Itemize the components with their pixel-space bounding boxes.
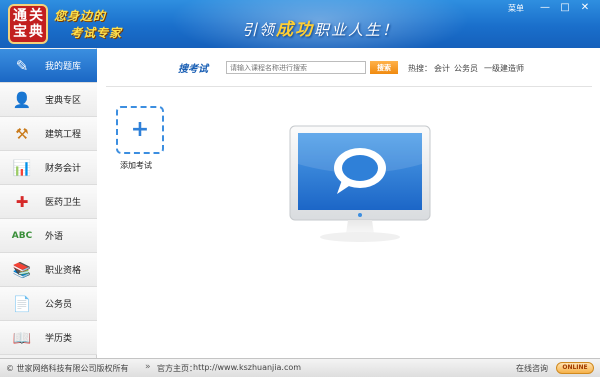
sidebar-item[interactable]: 👤 宝典专区 xyxy=(0,83,97,117)
sidebar-item[interactable]: 📄 公务员 xyxy=(0,287,97,321)
menu-button[interactable]: 菜单 xyxy=(508,3,524,14)
homepage-label: 官方主页： xyxy=(157,364,197,373)
slogan-line-1: 您身边的 xyxy=(54,9,107,23)
logo-char: 通 xyxy=(13,8,27,24)
sidebar-item-label: 公务员 xyxy=(45,300,73,310)
sidebar-item-label: 外语 xyxy=(45,232,64,242)
app-logo: 通 关 宝 典 xyxy=(8,4,48,44)
hot-link-civil-servant[interactable]: 公务员 xyxy=(454,63,478,74)
search-bar: 搜考试 搜索 热搜： 会计 公务员 一级建造师 xyxy=(98,60,600,76)
main-panel: 搜考试 搜索 热搜： 会计 公务员 一级建造师 + 添加考试 xyxy=(98,48,600,358)
books-icon: 📚 xyxy=(12,260,32,279)
hot-link-accounting[interactable]: 会计 xyxy=(434,63,450,74)
medical-cross-icon: ✚ xyxy=(15,192,29,211)
search-input[interactable] xyxy=(226,61,366,74)
banner-post: 职业人生！ xyxy=(314,21,400,39)
sidebar-item[interactable]: ABC 外语 xyxy=(0,219,97,253)
sidebar-item-label: 医药卫生 xyxy=(45,198,82,208)
sidebar-item-label: 建筑工程 xyxy=(45,130,82,140)
status-bar: © 世家网络科技有限公司版权所有 » 官方主页： http://www.kszh… xyxy=(0,358,600,377)
minimize-icon[interactable]: — xyxy=(538,2,552,14)
logo-char: 宝 xyxy=(13,24,27,40)
logo-char: 典 xyxy=(29,24,43,40)
sidebar-item-label: 我的题库 xyxy=(45,62,82,72)
online-badge[interactable]: ONLINE xyxy=(556,362,594,374)
sidebar: ✎ 我的题库 👤 宝典专区 ⚒ 建筑工程 📊 财务会计 ✚ 医药卫生 ABC 外语 📚 职业资格 📄 公务员 📖… xyxy=(0,48,97,358)
sidebar-item-label: 学历类 xyxy=(45,334,73,344)
copyright-text: © 世家网络科技有限公司版权所有 xyxy=(6,364,129,373)
plus-icon: + xyxy=(130,117,150,142)
banner-pre: 引领 xyxy=(242,21,277,39)
slogan-line-2: 考试专家 xyxy=(70,26,123,40)
abc-icon: ABC xyxy=(11,230,33,241)
logo-char: 关 xyxy=(29,8,43,24)
online-consult-link[interactable]: 在线咨询 xyxy=(516,363,548,374)
monitor-chat-icon xyxy=(289,125,431,242)
sidebar-item[interactable]: 📊 财务会计 xyxy=(0,151,97,185)
close-icon[interactable]: ✕ xyxy=(578,2,592,14)
pencil-icon: ✎ xyxy=(15,56,29,75)
divider xyxy=(106,86,592,87)
sidebar-item[interactable]: ✚ 医药卫生 xyxy=(0,185,97,219)
sidebar-item-label: 财务会计 xyxy=(45,164,82,174)
sidebar-item[interactable]: 📚 职业资格 xyxy=(0,253,97,287)
user-icon: 👤 xyxy=(12,90,32,109)
add-exam-label: 添加考试 xyxy=(120,161,152,170)
chart-icon: 📊 xyxy=(12,158,32,177)
hot-search-label: 热搜： xyxy=(408,64,432,73)
banner-text: 引领成功职业人生！ xyxy=(242,15,399,40)
sidebar-item-label: 宝典专区 xyxy=(45,96,82,106)
hot-link-constructor[interactable]: 一级建造师 xyxy=(484,63,524,74)
sidebar-item-label: 职业资格 xyxy=(45,266,82,276)
homepage-link[interactable]: http://www.kszhuanjia.com xyxy=(193,363,301,372)
title-bar: 通 关 宝 典 您身边的 考试专家 引领成功职业人生！ 菜单 — □ ✕ xyxy=(0,0,600,48)
search-button[interactable]: 搜索 xyxy=(370,61,398,74)
double-arrow-icon: » xyxy=(145,362,151,372)
maximize-icon[interactable]: □ xyxy=(558,2,572,14)
add-exam-button[interactable]: + xyxy=(116,106,164,154)
tools-icon: ⚒ xyxy=(15,124,29,143)
sidebar-item[interactable]: ✎ 我的题库 xyxy=(0,49,97,83)
search-title: 搜考试 xyxy=(178,64,208,75)
sidebar-item[interactable]: ⚒ 建筑工程 xyxy=(0,117,97,151)
banner-highlight: 成功 xyxy=(276,20,315,40)
sidebar-item[interactable]: 📖 学历类 xyxy=(0,321,97,355)
book-icon: 📖 xyxy=(12,328,32,347)
document-icon: 📄 xyxy=(12,294,32,313)
